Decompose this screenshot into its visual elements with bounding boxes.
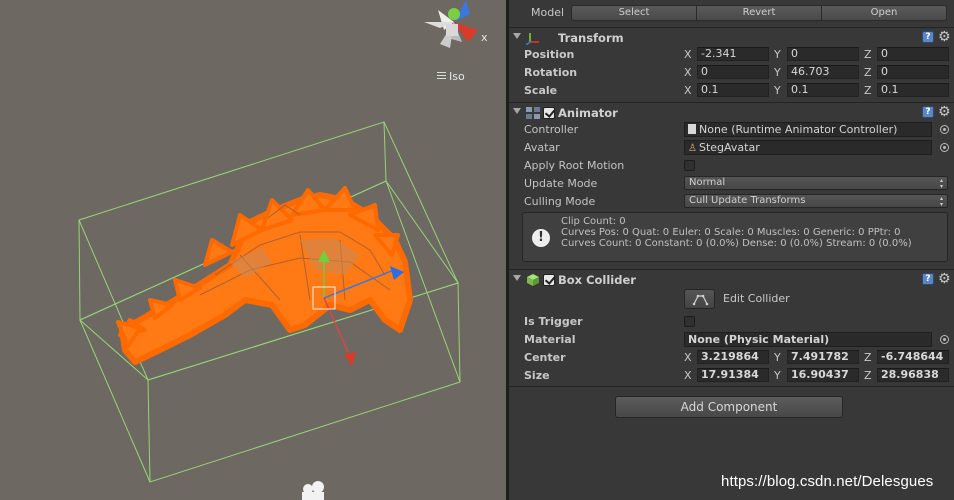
- culling-mode-dropdown[interactable]: Cull Update Transforms: [684, 194, 948, 208]
- watermark-text: https://blog.csdn.net/Delesgues: [721, 473, 934, 490]
- edit-collider-label: Edit Collider: [723, 292, 790, 305]
- clip-count-text: Clip Count: 0: [561, 216, 626, 227]
- component-separator: [509, 386, 954, 387]
- material-row: Material None (Physic Material): [509, 331, 954, 349]
- scene-view[interactable]: x Iso: [0, 0, 506, 500]
- rotation-y-field[interactable]: 46.703: [787, 65, 859, 79]
- model-open-button[interactable]: Open: [822, 5, 947, 21]
- position-x-field[interactable]: -2.341: [697, 47, 769, 61]
- edit-bounds-icon: [692, 294, 709, 306]
- is-trigger-checkbox[interactable]: [684, 316, 695, 327]
- orientation-gizmo[interactable]: [424, 0, 478, 48]
- update-mode-row: Update Mode Normal: [509, 175, 954, 193]
- position-row: Position X -2.341 Y0 Z0: [509, 46, 954, 64]
- is-trigger-label: Is Trigger: [524, 315, 583, 328]
- box-collider-icon: [527, 274, 539, 286]
- help-icon[interactable]: ?: [922, 273, 934, 285]
- rotation-z-field[interactable]: 0: [877, 65, 949, 79]
- avatar-field[interactable]: ♙ StegAvatar: [684, 140, 932, 155]
- size-z-field[interactable]: 28.96838: [877, 368, 949, 382]
- position-label: Position: [524, 48, 575, 61]
- update-mode-label: Update Mode: [524, 177, 598, 190]
- transform-header[interactable]: Transform ? ⚙: [509, 27, 954, 47]
- scale-x-field[interactable]: 0.1: [697, 83, 769, 97]
- help-icon[interactable]: ?: [922, 31, 934, 43]
- material-field[interactable]: None (Physic Material): [684, 332, 932, 347]
- gear-icon[interactable]: ⚙: [938, 104, 951, 120]
- apply-root-motion-checkbox[interactable]: [684, 160, 695, 171]
- transform-title: Transform: [558, 31, 624, 45]
- edit-collider-button[interactable]: [684, 289, 715, 309]
- foldout-arrow-icon[interactable]: [513, 275, 521, 281]
- model-row: Model Select Revert Open: [509, 3, 954, 25]
- animator-info-box: ! Clip Count: 0 Curves Pos: 0 Quat: 0 Eu…: [522, 212, 948, 262]
- avatar-row: Avatar ♙ StegAvatar: [509, 139, 954, 157]
- scene-canvas[interactable]: x: [0, 0, 506, 500]
- size-label: Size: [524, 369, 550, 382]
- apply-root-motion-row: Apply Root Motion: [509, 157, 954, 175]
- size-y-field[interactable]: 16.90437: [787, 368, 859, 382]
- scale-z-field[interactable]: 0.1: [877, 83, 949, 97]
- object-picker-icon[interactable]: [940, 143, 949, 152]
- model-label: Model: [531, 6, 565, 19]
- curves-pos-text: Curves Pos: 0 Quat: 0 Euler: 0 Scale: 0 …: [561, 227, 901, 238]
- rotation-x-field[interactable]: 0: [697, 65, 769, 79]
- iso-projection-label[interactable]: Iso: [437, 70, 465, 83]
- inspector-panel: Model Select Revert Open Transform ? ⚙ P…: [509, 0, 954, 500]
- gizmo-x-label: x: [481, 31, 488, 44]
- avatar-figure-icon: ♙: [688, 143, 697, 154]
- position-y-field[interactable]: 0: [787, 47, 859, 61]
- add-component-button[interactable]: Add Component: [615, 396, 843, 418]
- center-z-field[interactable]: -6.748644: [877, 350, 949, 364]
- camera-icon[interactable]: [302, 481, 324, 500]
- center-label: Center: [524, 351, 566, 364]
- box-collider-title: Box Collider: [558, 273, 636, 287]
- animator-enabled-checkbox[interactable]: [543, 107, 555, 119]
- avatar-label: Avatar: [524, 141, 560, 154]
- center-x-field[interactable]: 3.219864: [697, 350, 769, 364]
- menu-lines-icon: [437, 72, 446, 79]
- position-z-field[interactable]: 0: [877, 47, 949, 61]
- culling-mode-label: Culling Mode: [524, 195, 596, 208]
- box-collider-enabled-checkbox[interactable]: [543, 274, 555, 286]
- scale-y-field[interactable]: 0.1: [787, 83, 859, 97]
- scale-row: Scale X 0.1 Y 0.1 Z 0.1: [509, 82, 954, 100]
- rotation-row: Rotation X0 Y 46.703 Z0: [509, 64, 954, 82]
- foldout-arrow-icon[interactable]: [513, 108, 521, 114]
- scale-label: Scale: [524, 84, 558, 97]
- animator-title: Animator: [558, 106, 618, 120]
- gear-icon[interactable]: ⚙: [938, 271, 951, 287]
- controller-label: Controller: [524, 123, 579, 136]
- model-revert-button[interactable]: Revert: [697, 5, 822, 21]
- foldout-arrow-icon[interactable]: [513, 33, 521, 39]
- animator-header[interactable]: Animator ? ⚙: [509, 102, 954, 122]
- model-select-button[interactable]: Select: [571, 5, 697, 21]
- transform-icon: [526, 33, 539, 45]
- rotation-label: Rotation: [524, 66, 578, 79]
- animator-icon: [526, 107, 540, 119]
- stegosaurus-mesh[interactable]: [116, 186, 413, 365]
- size-row: Size X 17.91384 Y 16.90437 Z 28.96838: [509, 367, 954, 385]
- box-collider-header[interactable]: Box Collider ? ⚙: [509, 269, 954, 289]
- gear-icon[interactable]: ⚙: [938, 29, 951, 45]
- culling-mode-row: Culling Mode Cull Update Transforms: [509, 193, 954, 211]
- center-row: Center X 3.219864 Y 7.491782 Z -6.748644: [509, 349, 954, 367]
- object-picker-icon[interactable]: [940, 335, 949, 344]
- controller-field[interactable]: None (Runtime Animator Controller): [684, 122, 932, 137]
- material-label: Material: [524, 333, 576, 346]
- is-trigger-row: Is Trigger: [509, 313, 954, 331]
- center-y-field[interactable]: 7.491782: [787, 350, 859, 364]
- info-icon: !: [532, 229, 550, 247]
- update-mode-dropdown[interactable]: Normal: [684, 176, 948, 190]
- apply-root-motion-label: Apply Root Motion: [524, 159, 625, 172]
- curves-count-text: Curves Count: 0 Constant: 0 (0.0%) Dense…: [561, 238, 912, 249]
- size-x-field[interactable]: 17.91384: [697, 368, 769, 382]
- document-icon: [688, 124, 696, 134]
- controller-row: Controller None (Runtime Animator Contro…: [509, 121, 954, 139]
- object-picker-icon[interactable]: [940, 125, 949, 134]
- help-icon[interactable]: ?: [922, 106, 934, 118]
